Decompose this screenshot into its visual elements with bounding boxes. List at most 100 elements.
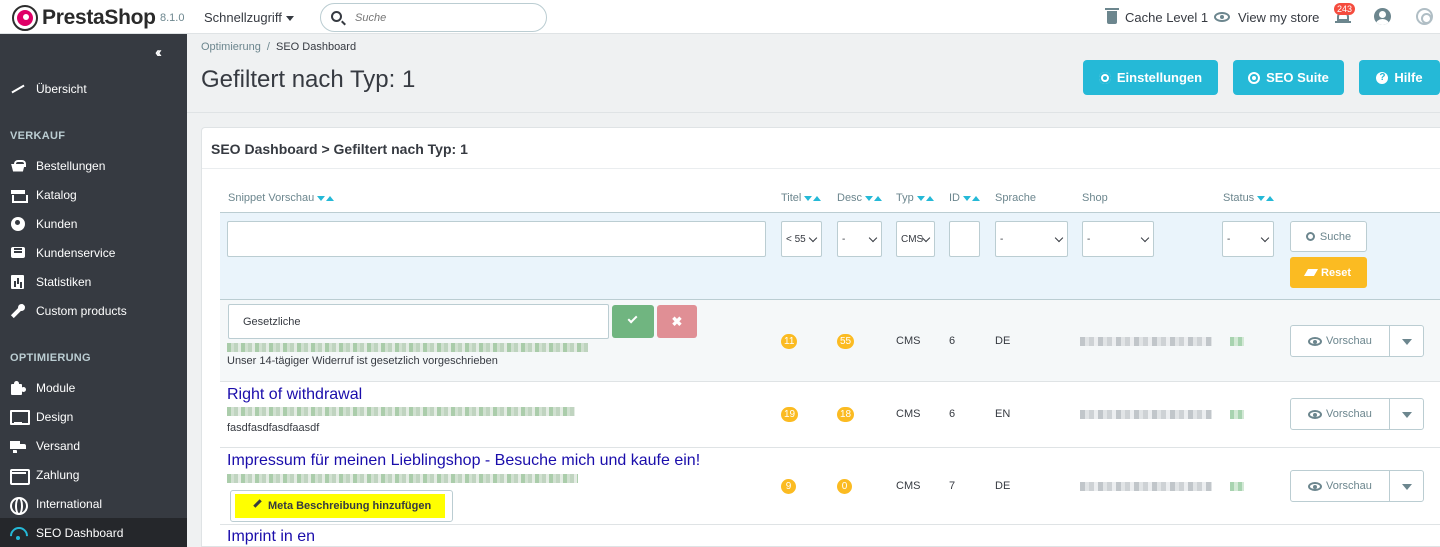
sidebar-item-label: International	[36, 496, 103, 511]
chevron-down-icon	[868, 233, 878, 243]
settings-button[interactable]: Einstellungen	[1083, 60, 1218, 95]
shop-cell-blurred	[1080, 482, 1212, 491]
caret-down-icon[interactable]	[1402, 484, 1412, 490]
wrench-icon	[10, 303, 26, 318]
sort-icon[interactable]	[865, 192, 883, 204]
title-length-badge: 11	[781, 334, 798, 349]
language-cell: EN	[995, 408, 1011, 420]
sidebar-item-shipping[interactable]: Versand	[0, 431, 187, 460]
filter-reset-button[interactable]: Reset	[1290, 257, 1367, 288]
column-header-id[interactable]: ID	[949, 192, 980, 204]
snippet-description: fasdfasdfasdfaasdf	[227, 422, 320, 434]
snippet-title-link[interactable]: Imprint in en	[227, 528, 315, 546]
sidebar-item-label: Übersicht	[36, 81, 87, 96]
status-indicator	[1230, 482, 1244, 491]
sidebar-item-international[interactable]: International	[0, 489, 187, 518]
id-filter-input[interactable]	[949, 221, 980, 257]
title-edit-input[interactable]	[228, 304, 609, 339]
desc-length-badge: 55	[837, 334, 855, 349]
sort-icon[interactable]	[916, 192, 934, 204]
breadcrumb: Optimierung / SEO Dashboard	[201, 41, 356, 53]
caret-down-icon[interactable]	[1402, 339, 1412, 345]
brand-name: PrestaShop	[42, 6, 156, 29]
preview-button[interactable]: Vorschau	[1290, 325, 1424, 357]
select-value: CMS	[901, 233, 924, 245]
bar-chart-icon	[10, 274, 26, 289]
preview-button[interactable]: Vorschau	[1290, 398, 1424, 430]
clear-cache-link[interactable]: Cache Level 1	[1105, 0, 1208, 34]
sidebar-item-label: Kundenservice	[36, 245, 116, 260]
cancel-edit-button[interactable]: ✖	[657, 305, 697, 338]
snippet-filter-input[interactable]	[227, 221, 766, 257]
settings-label: Einstellungen	[1116, 70, 1203, 85]
language-filter-select[interactable]: -	[995, 221, 1068, 257]
collapse-sidebar-icon[interactable]: ‹‹	[155, 44, 162, 61]
seo-suite-button[interactable]: SEO Suite	[1233, 60, 1344, 95]
add-meta-label: Meta Beschreibung hinzufügen	[268, 500, 432, 512]
seo-dashboard-panel: SEO Dashboard > Gefiltert nach Typ: 1 Sn…	[201, 127, 1440, 547]
column-header-title[interactable]: Titel	[781, 192, 822, 204]
sort-icon[interactable]	[1257, 192, 1275, 204]
snippet-title-link[interactable]: Right of withdrawal	[227, 386, 362, 404]
help-label: Hilfe	[1394, 70, 1423, 85]
breadcrumb-optimization[interactable]: Optimierung	[201, 41, 261, 53]
shop-cell-blurred	[1080, 337, 1212, 346]
caret-down-icon[interactable]	[1402, 412, 1412, 418]
select-value: -	[842, 233, 846, 245]
table-row: Imprint in en	[220, 525, 1440, 546]
sidebar-item-payment[interactable]: Zahlung	[0, 460, 187, 489]
quick-access-dropdown[interactable]: Schnellzugriff	[204, 10, 294, 25]
column-header-status[interactable]: Status	[1223, 192, 1275, 204]
select-value: -	[1000, 233, 1004, 245]
sidebar-item-modules[interactable]: Module	[0, 373, 187, 402]
sidebar-item-customers[interactable]: Kunden	[0, 209, 187, 238]
status-filter-select[interactable]: -	[1222, 221, 1274, 257]
view-store-link[interactable]: View my store	[1214, 0, 1319, 34]
user-account-icon[interactable]	[1374, 8, 1391, 25]
sidebar-item-label: Katalog	[36, 187, 77, 202]
type-cell: CMS	[896, 335, 921, 347]
status-indicator	[1230, 410, 1244, 419]
sidebar-item-orders[interactable]: Bestellungen	[0, 151, 187, 180]
help-button[interactable]: ? Hilfe	[1359, 60, 1440, 95]
header-search	[320, 3, 547, 32]
title-filter-select[interactable]: < 55	[781, 221, 822, 257]
column-header-snippet[interactable]: Snippet Vorschau	[228, 192, 335, 204]
target-icon	[1248, 71, 1261, 84]
sidebar-item-catalog[interactable]: Katalog	[0, 180, 187, 209]
title-length-badge: 9	[781, 479, 796, 494]
add-meta-description-button[interactable]: Meta Beschreibung hinzufügen	[230, 490, 453, 522]
sidebar-item-overview[interactable]: Übersicht	[0, 74, 187, 103]
desc-filter-select[interactable]: -	[837, 221, 882, 257]
sidebar-item-customer-service[interactable]: Kundenservice	[0, 238, 187, 267]
table-row: Right of withdrawal fasdfasdfasdfaasdf 1…	[220, 382, 1440, 448]
preview-button[interactable]: Vorschau	[1290, 470, 1424, 502]
filter-search-button[interactable]: Suche	[1290, 221, 1367, 252]
fingerprint-icon[interactable]	[1416, 8, 1433, 25]
type-filter-select[interactable]: CMS	[896, 221, 935, 257]
version-label: 8.1.0	[160, 12, 185, 24]
sort-icon[interactable]	[963, 192, 980, 204]
search-input[interactable]	[355, 9, 535, 27]
chevron-down-icon	[1054, 233, 1064, 243]
sidebar-item-label: Versand	[36, 438, 81, 453]
confirm-edit-button[interactable]	[612, 305, 654, 338]
panel-title: SEO Dashboard > Gefiltert nach Typ: 1	[211, 141, 468, 157]
sort-icon[interactable]	[804, 192, 822, 204]
sidebar-item-statistics[interactable]: Statistiken	[0, 267, 187, 296]
snippet-title-link[interactable]: Impressum für meinen Lieblingshop - Besu…	[227, 452, 700, 470]
trash-icon	[1105, 7, 1119, 24]
sidebar-item-design[interactable]: Design	[0, 402, 187, 431]
shop-filter-select[interactable]: -	[1082, 221, 1154, 257]
column-header-desc[interactable]: Desc	[837, 192, 883, 204]
sidebar-item-seo-dashboard[interactable]: SEO Dashboard	[0, 518, 187, 547]
breadcrumb-separator: /	[266, 41, 270, 53]
column-label: Snippet Vorschau	[228, 192, 315, 204]
prestashop-logo[interactable]: PrestaShop	[12, 5, 156, 31]
sidebar-item-custom-products[interactable]: Custom products	[0, 296, 187, 325]
sort-icon[interactable]	[317, 192, 335, 204]
header-divider	[187, 112, 1440, 113]
column-header-type[interactable]: Typ	[896, 192, 934, 204]
sidebar: ‹‹ Übersicht VERKAUF Bestellungen Katalo…	[0, 34, 187, 547]
caret-down-icon	[285, 16, 294, 22]
